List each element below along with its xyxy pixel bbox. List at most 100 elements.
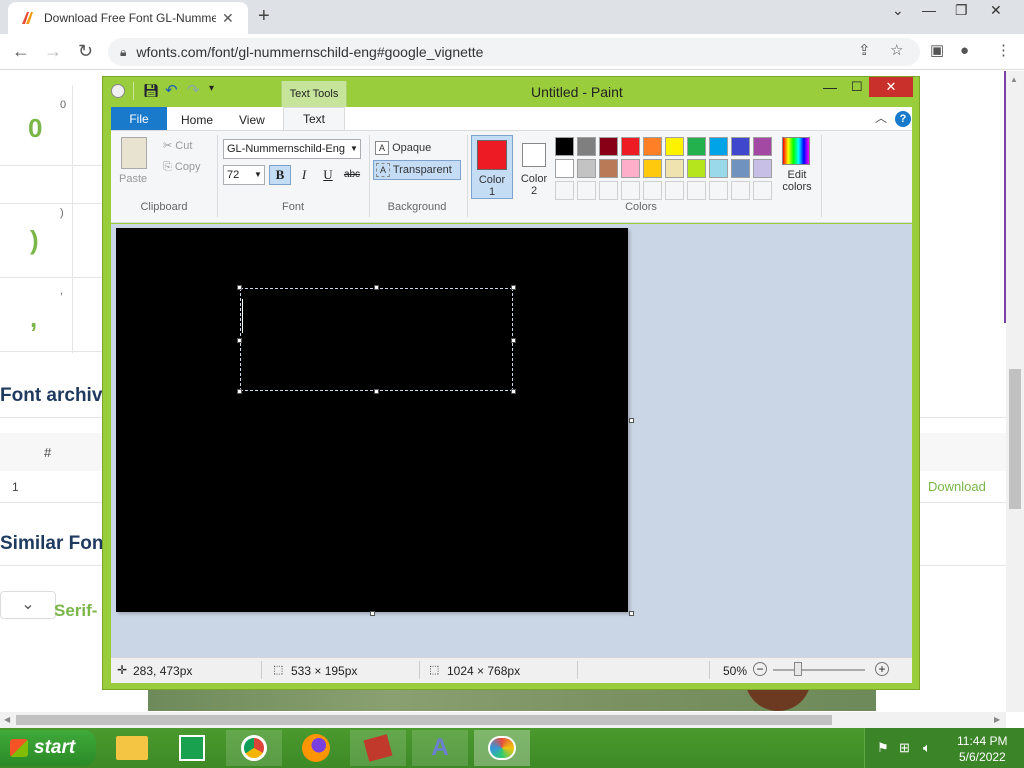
clock-date[interactable]: 5/6/2022 <box>959 750 1006 764</box>
cut-button[interactable]: ✂︎ Cut <box>163 139 192 152</box>
window-close-icon[interactable]: ✕ <box>990 2 1002 19</box>
resize-handle[interactable] <box>237 338 242 343</box>
palette-empty-swatch[interactable] <box>753 181 772 200</box>
resize-handle[interactable] <box>374 285 379 290</box>
palette-swatch[interactable] <box>599 159 618 178</box>
font-size-select[interactable]: 72 ▼ <box>223 165 265 185</box>
scroll-left-icon[interactable]: ◀ <box>4 715 10 724</box>
canvas-resize-handle[interactable] <box>629 418 634 423</box>
canvas-resize-handle[interactable] <box>629 611 634 616</box>
redo-icon[interactable]: ↷ <box>187 81 200 99</box>
tab-search-icon[interactable]: ⌄ <box>892 2 904 19</box>
help-icon[interactable]: ? <box>895 111 911 127</box>
palette-swatch[interactable] <box>665 137 684 156</box>
palette-swatch[interactable] <box>555 137 574 156</box>
palette-swatch[interactable] <box>687 137 706 156</box>
palette-swatch[interactable] <box>687 159 706 178</box>
palette-empty-swatch[interactable] <box>687 181 706 200</box>
taskbar-app[interactable] <box>350 730 406 766</box>
paste-button[interactable]: Paste <box>117 137 153 187</box>
undo-icon[interactable]: ↶ <box>165 81 178 99</box>
palette-empty-swatch[interactable] <box>599 181 618 200</box>
taskbar-file-explorer[interactable] <box>104 730 160 766</box>
palette-swatch[interactable] <box>643 137 662 156</box>
taskbar-font-app[interactable]: A <box>412 730 468 766</box>
page-horizontal-scrollbar[interactable]: ◀ ▶ <box>0 712 1006 728</box>
palette-swatch[interactable] <box>709 137 728 156</box>
bookmark-star-icon[interactable]: ☆ <box>890 43 903 59</box>
color2-button[interactable]: Color 2 <box>515 135 553 199</box>
scrollbar-thumb[interactable] <box>16 715 832 725</box>
menu-kebab-icon[interactable]: ⋮ <box>996 43 1011 59</box>
palette-empty-swatch[interactable] <box>665 181 684 200</box>
save-icon[interactable]: 💾︎ <box>143 83 160 99</box>
reload-icon[interactable]: ↻ <box>78 42 93 60</box>
resize-handle[interactable] <box>511 389 516 394</box>
paint-minimize-icon[interactable]: — <box>823 79 837 95</box>
scroll-right-icon[interactable]: ▶ <box>994 715 1000 724</box>
taskbar-store[interactable] <box>164 730 220 766</box>
palette-swatch[interactable] <box>621 159 640 178</box>
transparent-button[interactable]: A Transparent <box>373 160 461 180</box>
palette-empty-swatch[interactable] <box>709 181 728 200</box>
action-center-flag-icon[interactable]: ⚑ <box>877 740 889 756</box>
back-icon[interactable]: ← <box>12 42 30 60</box>
palette-swatch[interactable] <box>555 159 574 178</box>
volume-muted-icon[interactable]: 🔈︎ <box>923 740 931 756</box>
palette-empty-swatch[interactable] <box>621 181 640 200</box>
opaque-button[interactable]: A Opaque <box>375 139 457 157</box>
palette-swatch[interactable] <box>753 137 772 156</box>
address-bar[interactable]: 🔒︎ wfonts.com/font/gl-nummernschild-eng#… <box>108 38 920 66</box>
canvas-resize-handle[interactable] <box>370 611 375 616</box>
forward-icon[interactable]: → <box>44 42 62 60</box>
page-vertical-scrollbar[interactable]: ▲ <box>1006 71 1024 712</box>
download-link[interactable]: Download <box>928 479 986 494</box>
scrollbar-thumb[interactable] <box>1009 369 1021 509</box>
resize-handle[interactable] <box>237 389 242 394</box>
resize-handle[interactable] <box>374 389 379 394</box>
paint-app-icon[interactable] <box>111 84 125 98</box>
zoom-in-icon[interactable]: + <box>875 662 889 676</box>
network-icon[interactable]: ⊞ <box>899 740 910 756</box>
clock-time[interactable]: 11:44 PM <box>957 734 1007 748</box>
profile-avatar-icon[interactable]: ● <box>960 43 969 59</box>
tab-view[interactable]: View <box>239 113 265 127</box>
paint-maximize-icon[interactable]: ☐ <box>851 79 863 95</box>
palette-swatch[interactable] <box>577 137 596 156</box>
minimize-icon[interactable]: — <box>922 2 936 18</box>
taskbar-firefox[interactable] <box>288 730 344 766</box>
palette-swatch[interactable] <box>731 137 750 156</box>
italic-button[interactable]: I <box>293 165 315 185</box>
underline-button[interactable]: U <box>317 165 339 185</box>
resize-handle[interactable] <box>511 285 516 290</box>
bold-button[interactable]: B <box>269 165 291 185</box>
share-icon[interactable]: ⇪ <box>858 43 871 59</box>
collapse-chevron-icon[interactable]: ⌄ <box>0 591 56 619</box>
canvas-workspace[interactable] <box>111 224 912 657</box>
taskbar-paint[interactable] <box>474 730 530 766</box>
palette-swatch[interactable] <box>621 137 640 156</box>
similar-font-link[interactable]: Serif- <box>54 601 97 621</box>
tab-text[interactable]: Text <box>283 107 345 132</box>
tab-close-icon[interactable]: ✕ <box>222 10 234 27</box>
palette-empty-swatch[interactable] <box>643 181 662 200</box>
paint-close-icon[interactable]: ✕ <box>869 77 913 97</box>
palette-swatch[interactable] <box>665 159 684 178</box>
palette-swatch[interactable] <box>709 159 728 178</box>
palette-empty-swatch[interactable] <box>577 181 596 200</box>
tab-file[interactable]: File <box>111 107 167 131</box>
palette-empty-swatch[interactable] <box>731 181 750 200</box>
color1-button[interactable]: Color 1 <box>471 135 513 199</box>
zoom-out-icon[interactable]: − <box>753 662 767 676</box>
resize-handle[interactable] <box>237 285 242 290</box>
drawing-canvas[interactable] <box>116 228 628 612</box>
browser-tab[interactable]: Download Free Font GL-Numme ✕ <box>8 2 248 34</box>
palette-swatch[interactable] <box>577 159 596 178</box>
scroll-up-icon[interactable]: ▲ <box>1010 75 1018 84</box>
strikethrough-button[interactable]: abc <box>341 165 363 185</box>
side-panel-icon[interactable]: ▣ <box>930 43 944 59</box>
palette-swatch[interactable] <box>731 159 750 178</box>
copy-button[interactable]: ⎘ Copy <box>163 161 201 174</box>
taskbar-chrome[interactable] <box>226 730 282 766</box>
qat-dropdown-icon[interactable]: ▾ <box>209 83 214 94</box>
